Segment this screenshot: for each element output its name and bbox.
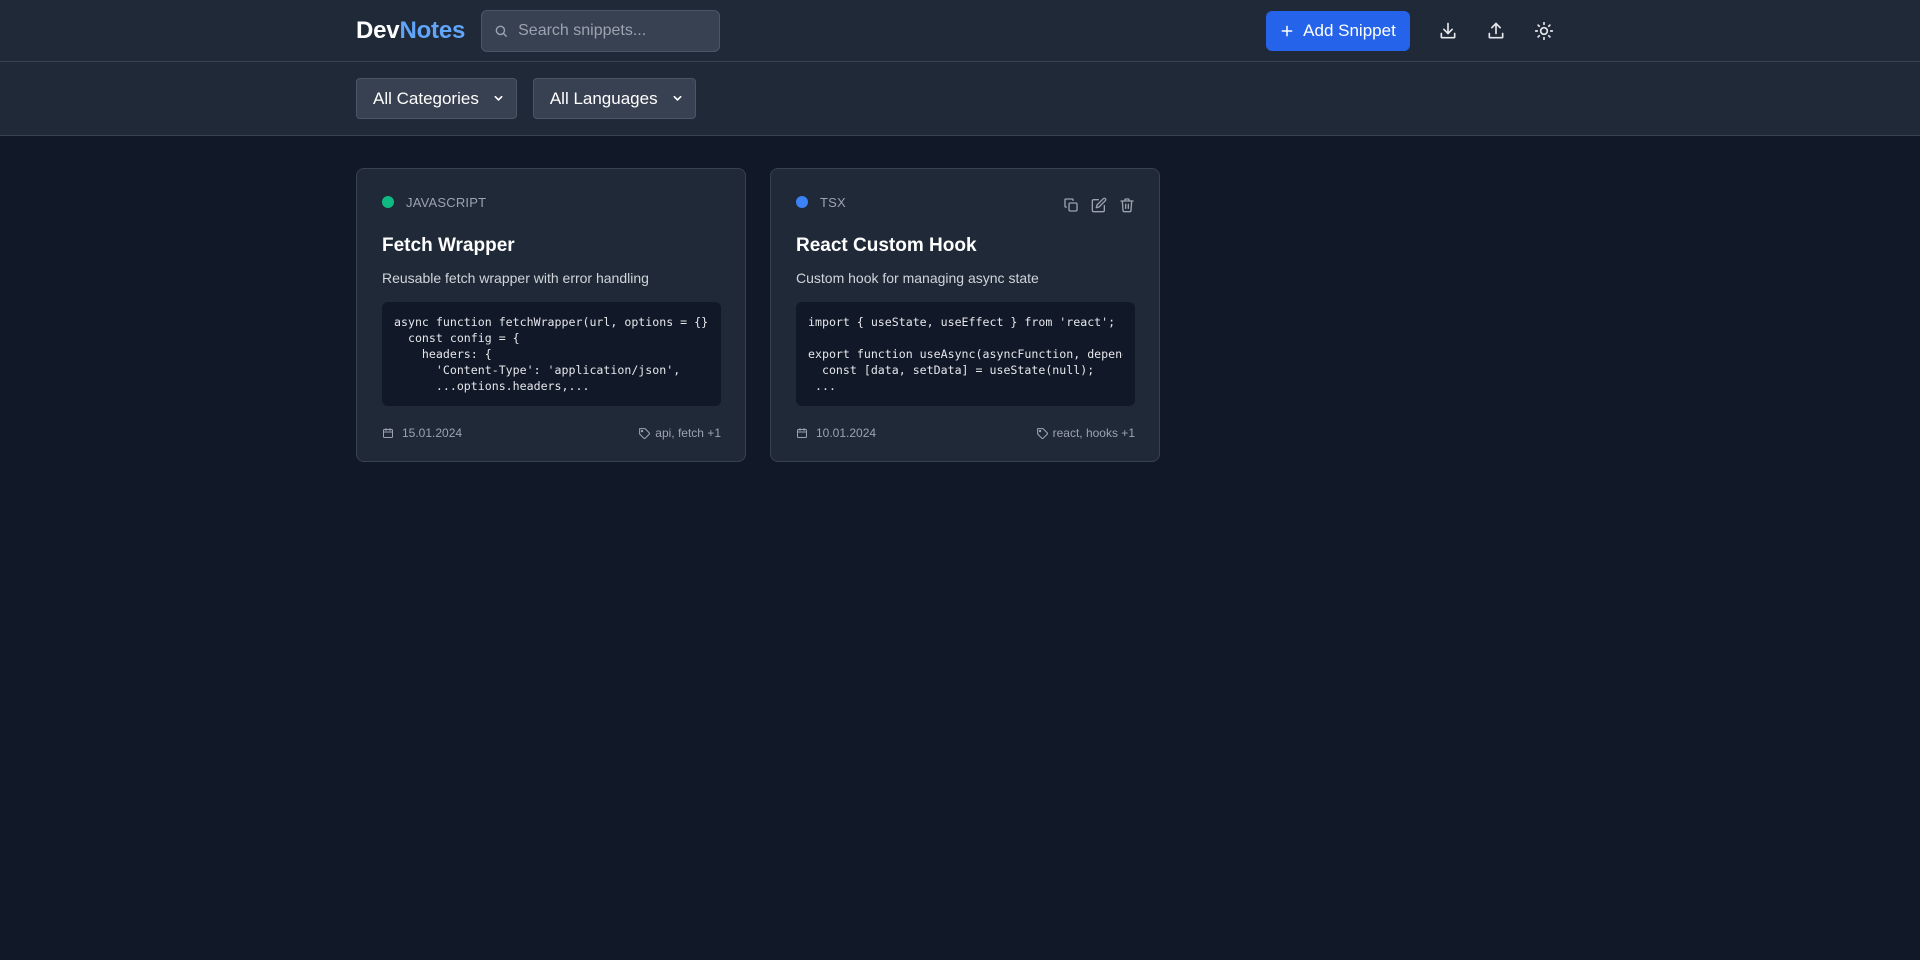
language-dot [382, 196, 394, 208]
language-label: JAVASCRIPT [406, 194, 487, 210]
chevron-down-icon [673, 95, 682, 101]
snippet-date: 15.01.2024 [382, 426, 462, 440]
import-button[interactable] [1476, 11, 1516, 51]
snippet-card[interactable]: JAVASCRIPT Fetch Wrapper Reusable fetch … [356, 168, 746, 462]
snippet-grid: JAVASCRIPT Fetch Wrapper Reusable fetch … [356, 168, 1564, 462]
chevron-down-icon [494, 95, 503, 101]
app-logo[interactable]: DevNotes [356, 17, 465, 45]
category-select[interactable]: All Categories [356, 78, 517, 119]
card-footer: 10.01.2024 react, hooks +1 [796, 426, 1135, 440]
filter-bar: All Categories All Languages [0, 62, 1920, 136]
search-box[interactable] [481, 9, 721, 52]
copy-icon[interactable] [1063, 197, 1079, 213]
snippet-date: 10.01.2024 [796, 426, 876, 440]
tag-icon [1036, 427, 1048, 439]
snippet-description: Custom hook for managing async state [796, 270, 1039, 286]
tag-icon [639, 427, 651, 439]
card-footer: 15.01.2024 api, fetch +1 [382, 426, 721, 440]
logo-dev: Dev [356, 16, 400, 44]
category-select-value: All Categories [373, 88, 479, 108]
trash-icon[interactable] [1119, 197, 1135, 213]
language-dot [796, 196, 808, 208]
code-preview: import { useState, useEffect } from 'rea… [796, 302, 1135, 406]
calendar-icon [383, 428, 393, 438]
card-actions [1063, 197, 1135, 213]
code-preview: async function fetchWrapper(url, options… [382, 302, 721, 406]
download-icon [1440, 22, 1456, 39]
search-input[interactable] [518, 21, 709, 40]
language-select[interactable]: All Languages [532, 78, 696, 119]
plus-icon [1281, 25, 1293, 36]
top-bar: DevNotes Add Snippet [0, 0, 1920, 62]
snippet-tags: api, fetch +1 [638, 426, 721, 440]
snippet-description: Reusable fetch wrapper with error handli… [382, 270, 649, 286]
snippet-date-text: 10.01.2024 [816, 426, 877, 440]
edit-icon[interactable] [1091, 197, 1107, 213]
card-header: JAVASCRIPT [382, 193, 721, 211]
code-text: async function fetchWrapper(url, options… [394, 315, 709, 393]
language-label: TSX [820, 194, 846, 210]
snippet-title: React Custom Hook [796, 235, 977, 256]
calendar-icon [797, 428, 807, 438]
snippet-tags-text: react, hooks +1 [1052, 426, 1135, 440]
upload-icon [1488, 22, 1504, 39]
snippet-card[interactable]: TSX React Custom Hook Custom hook for ma… [770, 168, 1160, 462]
search-icon [495, 25, 508, 37]
code-text: import { useState, useEffect } from 'rea… [808, 315, 1123, 393]
snippet-tags-text: api, fetch +1 [655, 426, 721, 440]
snippet-title: Fetch Wrapper [382, 235, 515, 256]
export-button[interactable] [1428, 11, 1468, 51]
snippet-tags: react, hooks +1 [1036, 426, 1135, 440]
add-snippet-button[interactable]: Add Snippet [1266, 10, 1410, 51]
sun-icon [1534, 21, 1554, 40]
card-header: TSX [796, 193, 1135, 213]
snippet-date-text: 15.01.2024 [402, 426, 463, 440]
add-snippet-label: Add Snippet [1303, 20, 1396, 40]
theme-toggle-button[interactable] [1524, 11, 1564, 51]
logo-notes: Notes [399, 16, 466, 44]
language-select-value: All Languages [549, 88, 658, 108]
